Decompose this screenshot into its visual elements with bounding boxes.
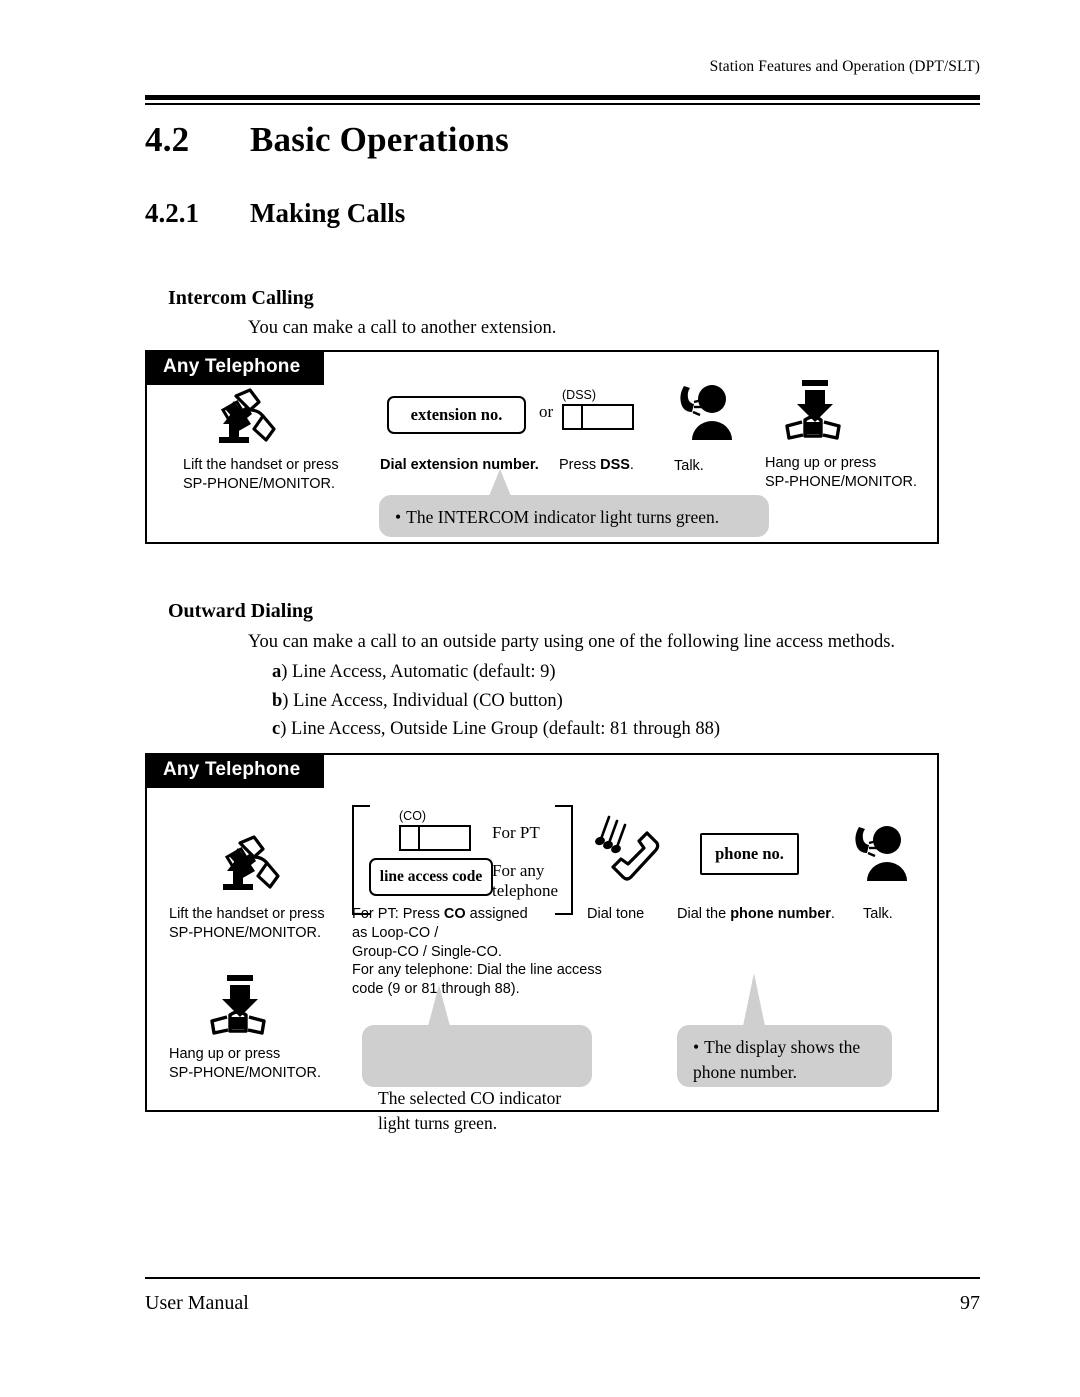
list-text-c: Line Access, Outside Line Group (default… bbox=[291, 719, 721, 739]
intercom-intro: You can make a call to another extension… bbox=[248, 318, 557, 338]
list-paren-a: ) bbox=[281, 662, 288, 682]
callout-intercom-indicator: • The INTERCOM indicator light turns gree… bbox=[379, 469, 769, 537]
lift-handset-icon-2 bbox=[207, 835, 285, 902]
topic-heading-outward: Outward Dialing bbox=[168, 600, 314, 622]
list-letter-c: c bbox=[272, 719, 281, 739]
talk-icon-2 bbox=[847, 823, 913, 890]
bracket-left bbox=[352, 805, 370, 915]
outward-dial-tone-caption: Dial tone bbox=[587, 906, 645, 922]
assigned-word: assigned bbox=[465, 906, 528, 922]
dss-lamp bbox=[564, 406, 583, 428]
list-letter-b: b bbox=[272, 691, 283, 711]
list-item-a: a) Line Access, Automatic (default: 9) bbox=[272, 662, 556, 683]
section-heading: 4.2 Basic Operations bbox=[145, 120, 509, 160]
outward-step1-caption: Lift the handset or press SP-PHONE/MONIT… bbox=[169, 906, 325, 941]
section-number: 4.2 bbox=[145, 120, 190, 159]
callout-text-3: The display shows the phone number. bbox=[693, 1037, 861, 1083]
outward-step2-caption-rest: as Loop-CO / Group-CO / Single-CO. For a… bbox=[352, 925, 602, 997]
for-pt-prefix: For PT: Press bbox=[352, 906, 444, 922]
callout-display-shows: • The display shows the phone number. bbox=[677, 973, 892, 1087]
outward-intro: You can make a call to an outside party … bbox=[248, 632, 896, 652]
section-title: Basic Operations bbox=[250, 120, 509, 159]
procedure-box-intercom: Any Telephone Lift the handset or press … bbox=[145, 350, 939, 544]
intercom-step2-caption: Dial extension number. bbox=[380, 456, 539, 475]
subsection-heading: 4.2.1 Making Calls bbox=[145, 198, 405, 229]
bracket-note-for-pt: For PT bbox=[492, 823, 540, 842]
callout-co-indicator: The selected CO indicator light turns gr… bbox=[362, 985, 592, 1133]
list-text-a: Line Access, Automatic (default: 9) bbox=[292, 662, 556, 682]
talk-icon bbox=[672, 382, 738, 449]
dss-word: DSS bbox=[600, 457, 630, 473]
key-line-access-code[interactable]: line access code bbox=[369, 858, 493, 896]
hang-up-icon-1 bbox=[777, 378, 853, 449]
list-item-c: c) Line Access, Outside Line Group (defa… bbox=[272, 719, 720, 740]
outward-hangup-caption: Hang up or press SP-PHONE/MONITOR. bbox=[169, 1046, 321, 1081]
press-word: Press bbox=[559, 457, 601, 473]
hang-up-icon-2 bbox=[202, 973, 278, 1044]
key-phone-no[interactable]: phone no. bbox=[700, 833, 799, 875]
callout-bullet-3: • bbox=[693, 1037, 700, 1057]
document-page: Station Features and Operation (DPT/SLT)… bbox=[0, 0, 1080, 1397]
list-text-b: Line Access, Individual (CO button) bbox=[293, 691, 563, 711]
callout-tail-1 bbox=[489, 469, 511, 496]
bracket-note-for-any-telephone: For any telephone bbox=[492, 861, 559, 901]
callout-tail-3 bbox=[743, 973, 765, 1026]
key-extension-no[interactable]: extension no. bbox=[387, 396, 526, 434]
topic-heading-intercom: Intercom Calling bbox=[168, 287, 314, 309]
intercom-hangup-caption: Hang up or press SP-PHONE/MONITOR. bbox=[765, 455, 917, 490]
outward-step3-caption: Dial the phone number. bbox=[677, 905, 835, 924]
co-button-icon[interactable] bbox=[399, 825, 471, 851]
intercom-step1-caption: Lift the handset or press SP-PHONE/MONIT… bbox=[183, 457, 339, 492]
callout-tail-2 bbox=[428, 985, 450, 1026]
callout-text-1: The INTERCOM indicator light turns green… bbox=[406, 507, 720, 527]
list-paren-c: ) bbox=[280, 719, 287, 739]
intercom-step3-caption: Press DSS. bbox=[559, 456, 634, 475]
list-paren-b: ) bbox=[282, 691, 289, 711]
footer-rule bbox=[145, 1277, 980, 1279]
or-separator-1: or bbox=[539, 402, 554, 421]
header-rule-thin bbox=[145, 103, 980, 105]
list-item-b: b) Line Access, Individual (CO button) bbox=[272, 691, 563, 712]
box-tab-any-telephone-1: Any Telephone bbox=[145, 350, 325, 385]
period-2: . bbox=[830, 906, 835, 922]
lift-handset-icon bbox=[203, 388, 281, 455]
co-word: CO bbox=[443, 906, 466, 922]
footer-page-number: 97 bbox=[960, 1292, 980, 1314]
dial-tone-icon bbox=[595, 807, 667, 898]
co-button-label: (CO) bbox=[399, 809, 427, 823]
callout-bullet-1: • bbox=[395, 507, 402, 527]
procedure-box-outward: Any Telephone Lift the handset or press … bbox=[145, 753, 939, 1133]
dss-button-icon[interactable] bbox=[562, 404, 634, 430]
period-1: . bbox=[629, 457, 634, 473]
list-letter-a: a bbox=[272, 662, 282, 682]
callout-text-2: The selected CO indicator light turns gr… bbox=[378, 1087, 562, 1134]
dss-button-label: (DSS) bbox=[562, 388, 597, 402]
subsection-title: Making Calls bbox=[250, 198, 406, 228]
box-tab-any-telephone-2: Any Telephone bbox=[145, 753, 325, 788]
dial-the-prefix: Dial the bbox=[677, 906, 731, 922]
outward-talk-caption: Talk. bbox=[863, 906, 893, 922]
intercom-step2-bold: Dial extension number. bbox=[380, 457, 539, 473]
phone-number-word: phone number bbox=[730, 906, 831, 922]
co-lamp bbox=[401, 827, 420, 849]
subsection-number: 4.2.1 bbox=[145, 198, 199, 228]
outward-step2-caption-line1: For PT: Press CO assigned bbox=[352, 905, 528, 924]
intercom-talk-caption: Talk. bbox=[674, 458, 704, 474]
header-rule-thick bbox=[145, 95, 980, 100]
running-header: Station Features and Operation (DPT/SLT) bbox=[709, 58, 980, 75]
